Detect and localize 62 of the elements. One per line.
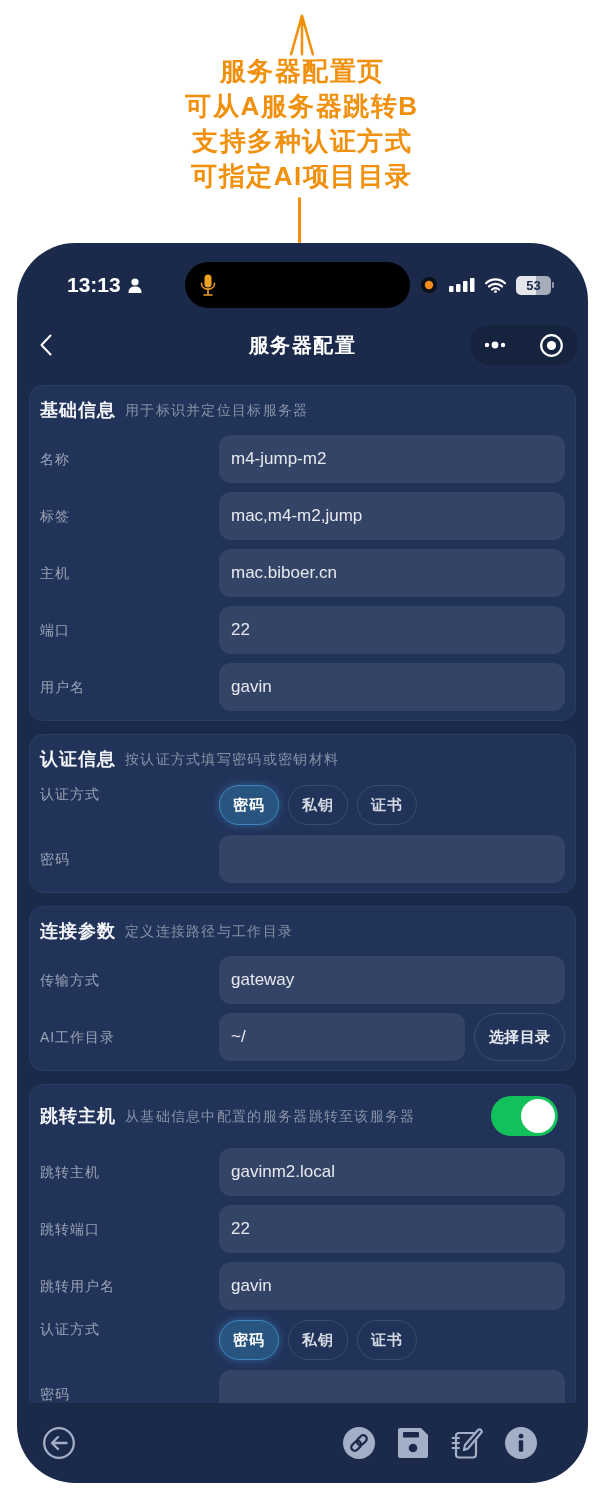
section-subtitle: 按认证方式填写密码或密钥材料 [125, 750, 340, 769]
section-title: 跳转主机 [40, 1105, 116, 1128]
field-label: 用户名 [40, 678, 85, 696]
info-icon[interactable] [505, 1427, 537, 1459]
choose-folder-button[interactable]: 选择目录 [474, 1013, 565, 1061]
section-subtitle: 用于标识并定位目标服务器 [125, 401, 309, 420]
edit-icon[interactable] [451, 1427, 483, 1459]
field-label: 标签 [40, 507, 70, 525]
input-field[interactable]: gateway [219, 956, 565, 1004]
input-field[interactable]: gavin [219, 663, 565, 711]
option-chip[interactable]: 证书 [357, 1320, 417, 1360]
field-label: 传输方式 [40, 971, 100, 989]
recording-indicator-icon [421, 277, 437, 293]
more-icon[interactable] [484, 341, 506, 349]
section-subtitle: 从基础信息中配置的服务器跳转至该服务器 [125, 1107, 416, 1126]
battery-indicator: 53 [516, 275, 554, 295]
option-chip[interactable]: 密码 [219, 785, 279, 825]
back-icon[interactable] [40, 334, 52, 356]
field-label: 端口 [40, 621, 70, 639]
input-field[interactable]: 22 [219, 1205, 565, 1253]
input-field[interactable]: gavinm2.local [219, 1148, 565, 1196]
field-label: AI工作目录 [40, 1028, 116, 1046]
input-field[interactable]: mac.biboer.cn [219, 549, 565, 597]
field-label: 密码 [40, 1385, 70, 1403]
field-label: 密码 [40, 850, 70, 868]
signal-icon [449, 278, 475, 292]
field-label: 跳转端口 [40, 1220, 100, 1238]
field-label: 主机 [40, 564, 70, 582]
annotation-text: 服务器配置页 [219, 55, 385, 88]
microphone-icon [200, 274, 216, 296]
option-chip[interactable]: 证书 [357, 785, 417, 825]
input-field[interactable]: mac,m4-m2,jump [219, 492, 565, 540]
annotation-text: 支持多种认证方式 [192, 125, 412, 158]
leader-line [297, 197, 301, 243]
field-label: 跳转主机 [40, 1163, 100, 1181]
status-time: 13:13 [67, 273, 121, 297]
section-subtitle: 定义连接路径与工作目录 [125, 922, 294, 941]
option-chip[interactable]: 私钥 [288, 1320, 348, 1360]
wifi-icon [485, 277, 506, 293]
option-chip[interactable]: 密码 [219, 1320, 279, 1360]
input-field[interactable]: ~/ [219, 1013, 465, 1061]
link-icon[interactable] [343, 1427, 375, 1459]
input-field[interactable]: 22 [219, 606, 565, 654]
section-title: 基础信息 [40, 399, 116, 422]
circle-dot-icon[interactable] [540, 333, 563, 357]
section-title: 认证信息 [40, 748, 116, 771]
field-label: 认证方式 [40, 785, 100, 803]
back-arrow-circle-icon[interactable] [43, 1427, 75, 1459]
option-chip[interactable]: 私钥 [288, 785, 348, 825]
page-title: 服务器配置 [248, 333, 357, 358]
field-label: 认证方式 [40, 1320, 100, 1338]
input-field[interactable]: gavin [219, 1262, 565, 1310]
save-icon[interactable] [397, 1427, 429, 1459]
toggle-switch[interactable] [491, 1096, 558, 1136]
person-icon [127, 277, 142, 293]
annotation-text: 可指定AI项目目录 [191, 160, 413, 193]
annotation-arrow [287, 14, 317, 56]
section-title: 连接参数 [40, 920, 116, 943]
field-label: 名称 [40, 450, 70, 468]
annotation-text: 可从A服务器跳转B [185, 90, 419, 123]
field-label: 跳转用户名 [40, 1277, 115, 1295]
input-field[interactable]: m4-jump-m2 [219, 435, 565, 483]
